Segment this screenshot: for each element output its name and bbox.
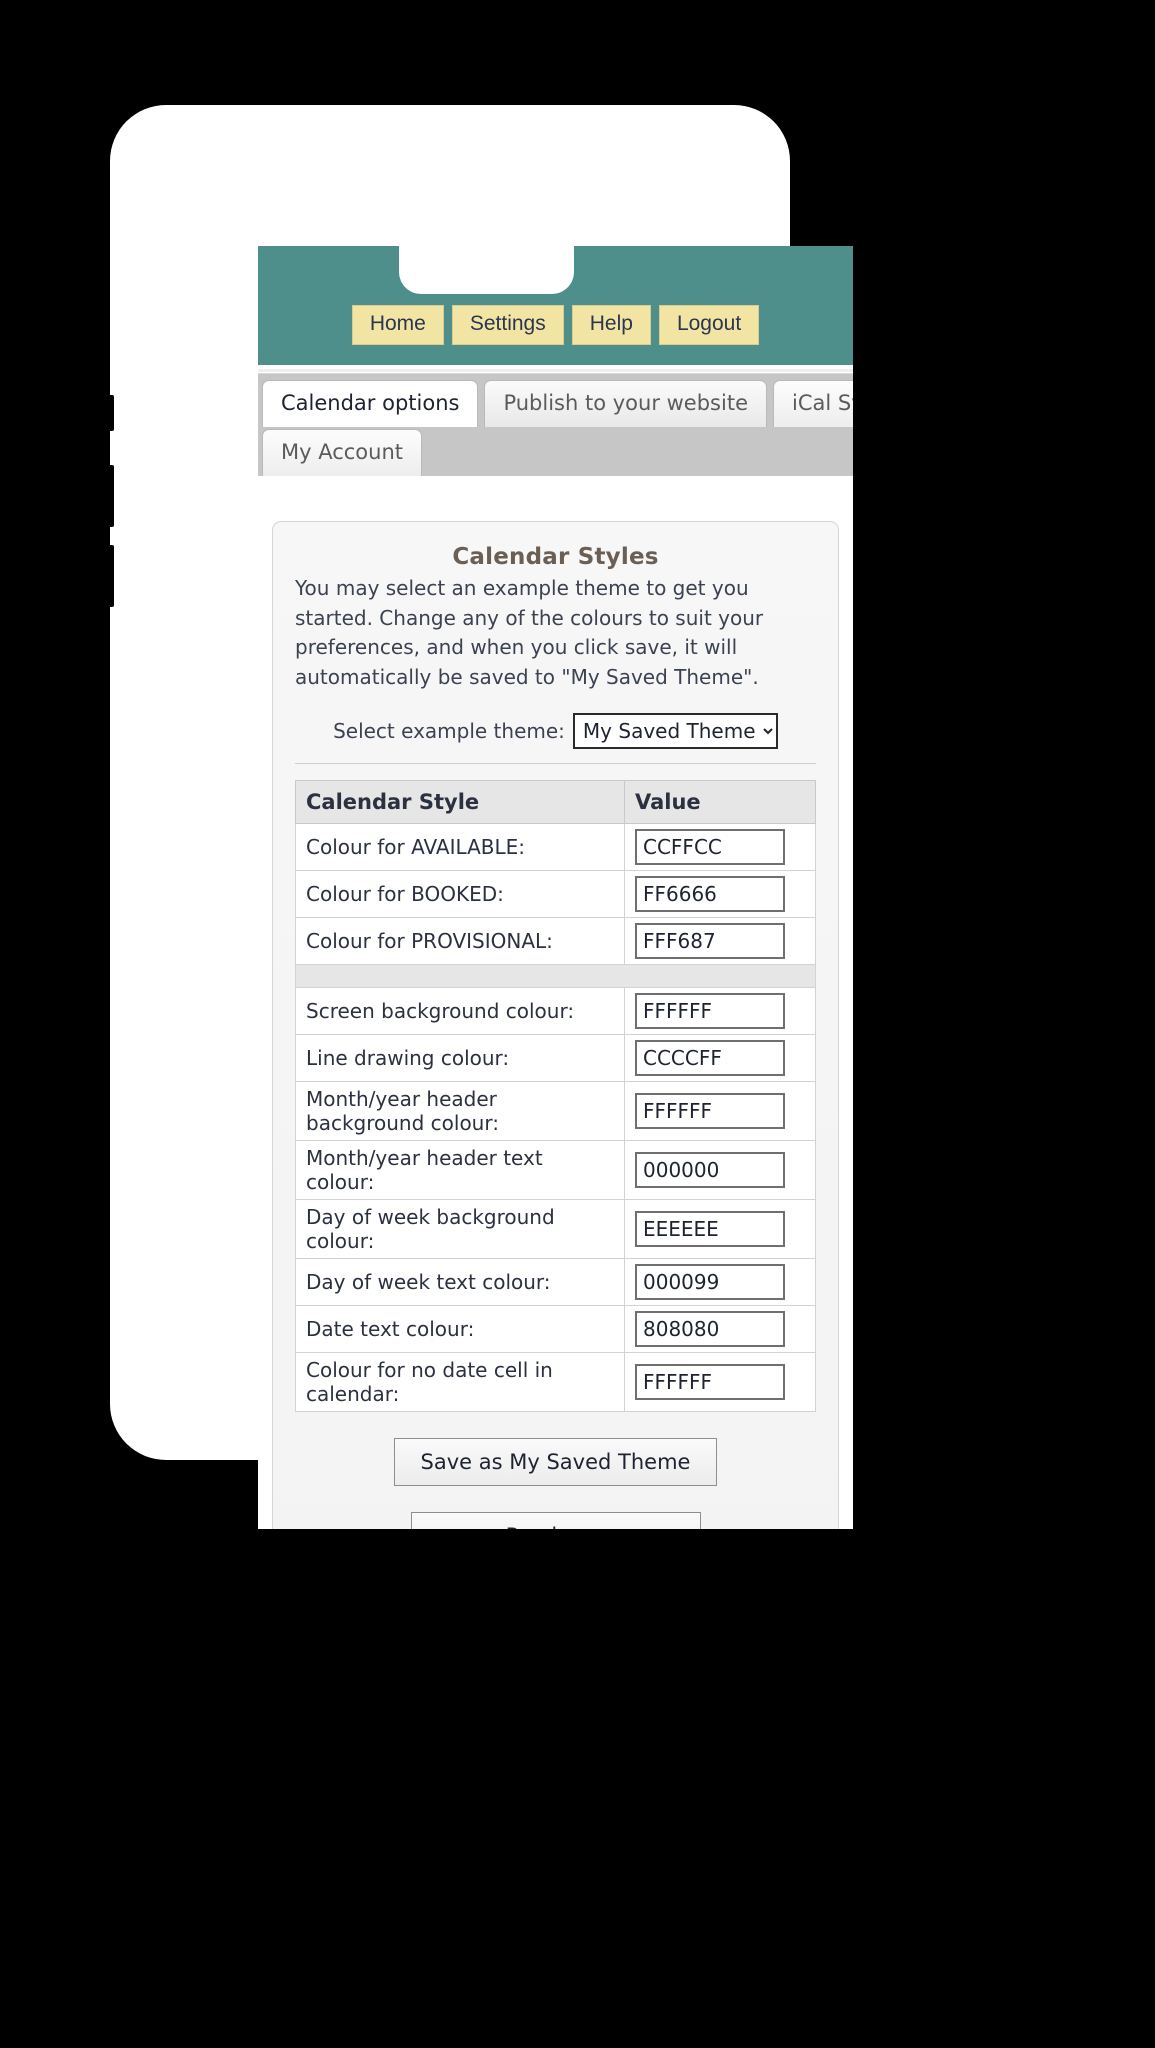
phone-side-button-volume-down bbox=[106, 545, 114, 607]
colour-value-input[interactable] bbox=[635, 1263, 785, 1300]
tab-bar: Calendar options Publish to your website… bbox=[258, 368, 853, 477]
main-nav: Home Settings Help Logout bbox=[258, 304, 853, 345]
style-value-cell bbox=[624, 822, 816, 871]
colour-value-input[interactable] bbox=[635, 828, 785, 865]
table-header-row: Calendar Style Value bbox=[295, 779, 816, 824]
app-header: Home Settings Help Logout bbox=[258, 246, 853, 365]
style-value-cell bbox=[624, 1198, 816, 1259]
colour-value-input[interactable] bbox=[635, 1210, 785, 1247]
style-label-cell: Colour for no date cell in calendar: bbox=[295, 1351, 625, 1412]
table-row: Day of week background colour: bbox=[295, 1198, 816, 1259]
tab-row-secondary: My Account bbox=[260, 429, 853, 477]
nav-home-button[interactable]: Home bbox=[351, 304, 444, 345]
table-row: Colour for PROVISIONAL: bbox=[295, 916, 816, 965]
tab-publish-to-your-website[interactable]: Publish to your website bbox=[484, 380, 767, 428]
example-theme-select[interactable]: My Saved Theme bbox=[572, 712, 778, 749]
table-head: Calendar Style Value bbox=[295, 779, 816, 824]
style-label-cell: Day of week background colour: bbox=[295, 1198, 625, 1259]
column-header-calendar-style: Calendar Style bbox=[295, 779, 625, 824]
style-label-cell: Month/year header background colour: bbox=[295, 1080, 625, 1141]
style-label-cell: Colour for PROVISIONAL: bbox=[295, 916, 625, 965]
style-value-cell bbox=[624, 1139, 816, 1200]
tabbar-wrapper: Calendar options Publish to your website… bbox=[258, 365, 853, 477]
colour-value-input[interactable] bbox=[635, 1039, 785, 1076]
table-row: Line drawing colour: bbox=[295, 1033, 816, 1082]
style-label-cell: Colour for AVAILABLE: bbox=[295, 822, 625, 871]
nav-settings-button[interactable]: Settings bbox=[451, 304, 564, 345]
theme-select-row: Select example theme: My Saved Theme bbox=[295, 709, 816, 764]
tab-ical-sync[interactable]: iCal Sync. bbox=[773, 380, 853, 428]
style-value-cell bbox=[624, 869, 816, 918]
style-value-cell bbox=[624, 1257, 816, 1306]
status-bar-notch bbox=[399, 246, 574, 294]
style-label-cell: Screen background colour: bbox=[295, 986, 625, 1035]
colour-value-input[interactable] bbox=[635, 1092, 785, 1129]
table-row: Month/year header text colour: bbox=[295, 1139, 816, 1200]
app-screen: Home Settings Help Logout Calendar optio… bbox=[258, 246, 853, 1529]
tab-my-account[interactable]: My Account bbox=[262, 429, 423, 477]
nav-help-button[interactable]: Help bbox=[571, 304, 651, 345]
table-row: Date text colour: bbox=[295, 1304, 816, 1353]
colour-value-input[interactable] bbox=[635, 1151, 785, 1188]
column-header-value: Value bbox=[624, 779, 816, 824]
colour-value-input[interactable] bbox=[635, 1310, 785, 1347]
table-row: Colour for no date cell in calendar: bbox=[295, 1351, 816, 1412]
phone-side-button-volume-up bbox=[106, 465, 114, 527]
colour-value-input[interactable] bbox=[635, 922, 785, 959]
style-label-cell: Line drawing colour: bbox=[295, 1033, 625, 1082]
preview-button[interactable]: Preview... bbox=[410, 1511, 701, 1529]
style-value-cell bbox=[624, 1033, 816, 1082]
table-row: Screen background colour: bbox=[295, 986, 816, 1035]
table-body: Colour for AVAILABLE:Colour for BOOKED:C… bbox=[295, 822, 816, 1412]
style-value-cell bbox=[624, 1304, 816, 1353]
table-row: Colour for AVAILABLE: bbox=[295, 822, 816, 871]
style-label-cell: Colour for BOOKED: bbox=[295, 869, 625, 918]
calendar-styles-card: Calendar Styles You may select an exampl… bbox=[272, 521, 839, 1529]
colour-value-input[interactable] bbox=[635, 992, 785, 1029]
intro-paragraph: You may select an example theme to get y… bbox=[295, 576, 764, 689]
table-spacer-row bbox=[295, 963, 816, 988]
colour-value-input[interactable] bbox=[635, 1363, 785, 1400]
style-label-cell: Day of week text colour: bbox=[295, 1257, 625, 1306]
colour-value-input[interactable] bbox=[635, 875, 785, 912]
page-title: Calendar Styles bbox=[452, 544, 659, 571]
spacer-cell bbox=[295, 963, 816, 988]
table-row: Day of week text colour: bbox=[295, 1257, 816, 1306]
theme-select-label: Select example theme: bbox=[333, 718, 565, 743]
style-value-cell bbox=[624, 1080, 816, 1141]
phone-frame: Home Settings Help Logout Calendar optio… bbox=[106, 105, 853, 1529]
tab-calendar-options[interactable]: Calendar options bbox=[262, 380, 479, 428]
style-value-cell bbox=[624, 986, 816, 1035]
table-row: Month/year header background colour: bbox=[295, 1080, 816, 1141]
style-label-cell: Month/year header text colour: bbox=[295, 1139, 625, 1200]
tab-row-primary: Calendar options Publish to your website… bbox=[260, 380, 853, 428]
style-label-cell: Date text colour: bbox=[295, 1304, 625, 1353]
style-value-cell bbox=[624, 916, 816, 965]
calendar-style-table: Calendar Style Value Colour for AVAILABL… bbox=[295, 779, 816, 1412]
style-value-cell bbox=[624, 1351, 816, 1412]
table-row: Colour for BOOKED: bbox=[295, 869, 816, 918]
save-theme-button[interactable]: Save as My Saved Theme bbox=[393, 1437, 718, 1486]
phone-side-button-mute bbox=[106, 395, 114, 431]
nav-logout-button[interactable]: Logout bbox=[658, 304, 760, 345]
content-area: Calendar Styles You may select an exampl… bbox=[258, 476, 853, 1529]
